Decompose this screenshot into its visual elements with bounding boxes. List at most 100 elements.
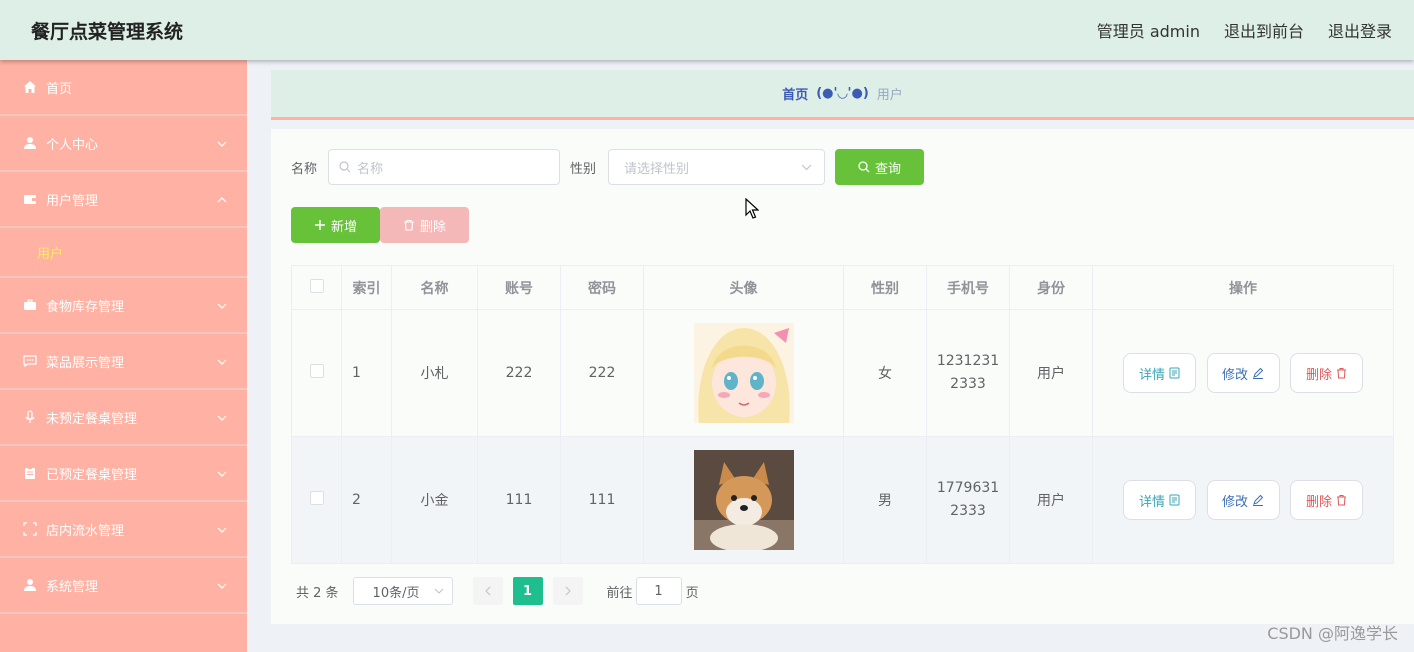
sidebar-item-dish-display[interactable]: 菜品展示管理 bbox=[0, 334, 247, 390]
operations-cell: 详情 修改 删除 bbox=[1092, 436, 1394, 564]
detail-button[interactable]: 详情 bbox=[1123, 480, 1197, 520]
breadcrumb-home[interactable]: 首页 bbox=[782, 84, 808, 103]
mouse-cursor-icon bbox=[745, 198, 759, 219]
search-icon bbox=[339, 161, 351, 173]
header-links: 管理员 admin 退出到前台 退出登录 bbox=[1073, 18, 1392, 42]
detail-label: 详情 bbox=[1139, 494, 1166, 510]
wallet-icon bbox=[22, 191, 38, 207]
next-page-button[interactable] bbox=[552, 577, 583, 605]
sidebar-item-unreserved-tables[interactable]: 未预定餐桌管理 bbox=[0, 390, 247, 446]
goto-page-input[interactable]: 1 bbox=[635, 577, 682, 605]
column-header: 手机号 bbox=[926, 265, 1010, 310]
avatar-cell bbox=[643, 436, 844, 564]
index-cell: 1 bbox=[341, 309, 392, 437]
select-all-cell bbox=[291, 265, 342, 310]
page-size-select[interactable]: 10条/页 bbox=[352, 577, 453, 605]
chevron-right-icon bbox=[565, 586, 571, 596]
chevron-down-icon bbox=[217, 298, 227, 313]
gender-placeholder: 请选择性别 bbox=[624, 161, 690, 177]
phone-part: 1779631 bbox=[936, 480, 1000, 496]
delete-button[interactable]: 删除 bbox=[1289, 353, 1363, 393]
action-bar: 新增 删除 bbox=[291, 207, 469, 243]
exit-to-front-link[interactable]: 退出到前台 bbox=[1224, 18, 1304, 42]
sidebar-item-food-stock[interactable]: 食物库存管理 bbox=[0, 278, 247, 334]
gender-label: 性别 bbox=[570, 161, 597, 177]
sidebar-item-label: 店内流水管理 bbox=[46, 523, 125, 539]
column-header: 头像 bbox=[643, 265, 844, 310]
chat-icon bbox=[22, 353, 38, 369]
row-checkbox[interactable] bbox=[309, 491, 324, 505]
app-title: 餐厅点菜管理系统 bbox=[31, 20, 184, 43]
sidebar-item-home[interactable]: 首页 bbox=[0, 60, 247, 116]
sidebar-item-system[interactable]: 系统管理 bbox=[0, 558, 247, 614]
query-button[interactable]: 查询 bbox=[835, 149, 925, 185]
content-panel: 名称 名称 性别 请选择性别 查询 新增 删除 索引 名称 账号 密码 头像 性… bbox=[271, 129, 1414, 624]
chevron-down-icon bbox=[217, 136, 227, 151]
sidebar-item-personal[interactable]: 个人中心 bbox=[0, 116, 247, 172]
goto-suffix: 页 bbox=[685, 585, 699, 601]
detail-label: 详情 bbox=[1139, 367, 1166, 383]
sidebar-subitem-label: 用户 bbox=[37, 246, 64, 262]
prev-page-button[interactable] bbox=[472, 577, 503, 605]
sidebar-item-label: 系统管理 bbox=[46, 579, 99, 595]
edit-label: 修改 bbox=[1221, 367, 1248, 383]
user-icon bbox=[22, 135, 38, 151]
name-cell: 小金 bbox=[391, 436, 478, 564]
column-header: 名称 bbox=[391, 265, 478, 310]
sidebar-item-user-management[interactable]: 用户管理 bbox=[0, 172, 247, 228]
chevron-up-icon bbox=[217, 192, 227, 207]
logout-link[interactable]: 退出登录 bbox=[1328, 18, 1392, 42]
search-bar: 名称 名称 性别 请选择性别 查询 bbox=[291, 149, 925, 185]
delete-op-label: 删除 bbox=[1305, 367, 1332, 383]
briefcase-icon bbox=[22, 297, 38, 313]
phone-part: 2333 bbox=[950, 503, 986, 519]
chevron-down-icon bbox=[217, 466, 227, 481]
delete-button[interactable]: 删除 bbox=[1289, 480, 1363, 520]
table-row: 1 小札 222 222 女 1231231 2333 用户 详情 修改 删除 bbox=[291, 309, 1394, 437]
total-count: 共 2 条 bbox=[296, 585, 339, 601]
chevron-down-icon bbox=[217, 410, 227, 425]
add-button[interactable]: 新增 bbox=[291, 207, 380, 243]
breadcrumb: 首页 (●'◡'●) 用户 bbox=[271, 70, 1414, 120]
role-cell: 用户 bbox=[1009, 309, 1093, 437]
chevron-down-icon bbox=[801, 164, 812, 171]
chevron-left-icon bbox=[484, 586, 490, 596]
gender-select[interactable]: 请选择性别 bbox=[608, 149, 826, 185]
chevron-down-icon bbox=[217, 522, 227, 537]
detail-button[interactable]: 详情 bbox=[1123, 353, 1197, 393]
chevron-down-icon bbox=[434, 588, 444, 594]
account-cell: 111 bbox=[477, 436, 561, 564]
sidebar-subitem-user[interactable]: 用户 bbox=[0, 228, 247, 278]
sidebar-item-label: 已预定餐桌管理 bbox=[46, 467, 138, 483]
add-label: 新增 bbox=[330, 219, 357, 235]
sidebar-item-label: 用户管理 bbox=[46, 193, 99, 209]
table-row: 2 小金 111 111 男 1779631 2333 用户 详情 修改 删除 bbox=[291, 436, 1394, 564]
document-icon bbox=[1169, 367, 1180, 379]
delete-label: 删除 bbox=[419, 219, 446, 235]
sidebar-item-label: 食物库存管理 bbox=[46, 299, 125, 315]
sidebar-item-label: 菜品展示管理 bbox=[46, 355, 125, 371]
password-cell: 111 bbox=[560, 436, 644, 564]
sidebar-item-label: 首页 bbox=[46, 81, 73, 97]
edit-button[interactable]: 修改 bbox=[1206, 353, 1280, 393]
top-header: 餐厅点菜管理系统 管理员 admin 退出到前台 退出登录 bbox=[0, 0, 1414, 60]
sidebar-item-label: 未预定餐桌管理 bbox=[46, 411, 138, 427]
phone-cell: 1231231 2333 bbox=[926, 309, 1010, 437]
sidebar-item-reserved-tables[interactable]: 已预定餐桌管理 bbox=[0, 446, 247, 502]
sidebar: 首页 个人中心 用户管理 用户 食物库存管理 菜品展示管理 未预定餐桌管理 已预… bbox=[0, 60, 247, 652]
goto-prefix: 前往 bbox=[606, 585, 633, 601]
trash-icon bbox=[1336, 495, 1346, 506]
sidebar-item-store-flow[interactable]: 店内流水管理 bbox=[0, 502, 247, 558]
name-label: 名称 bbox=[291, 161, 318, 177]
edit-button[interactable]: 修改 bbox=[1206, 480, 1280, 520]
select-all-checkbox[interactable] bbox=[309, 278, 324, 293]
main-content: 首页 (●'◡'●) 用户 名称 名称 性别 请选择性别 查询 新增 删除 索引… bbox=[247, 60, 1414, 652]
name-cell: 小札 bbox=[391, 309, 478, 437]
fullscreen-icon bbox=[22, 521, 38, 537]
name-search-input[interactable]: 名称 bbox=[328, 149, 561, 185]
batch-delete-button[interactable]: 删除 bbox=[380, 207, 469, 243]
page-number-current[interactable]: 1 bbox=[512, 577, 543, 605]
home-icon bbox=[22, 79, 38, 95]
row-checkbox[interactable] bbox=[309, 364, 324, 378]
sidebar-item-label: 个人中心 bbox=[46, 137, 99, 153]
